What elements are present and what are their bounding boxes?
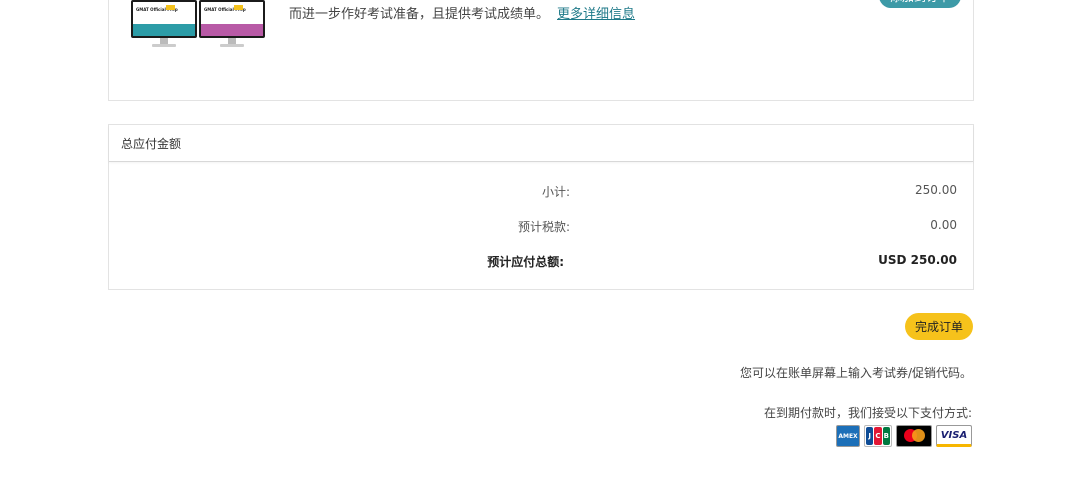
add-to-order-button[interactable]: 添加到订单 — [879, 0, 961, 8]
tax-row: 预计税款: 0.00 — [109, 218, 975, 238]
more-details-link[interactable]: 更多详细信息 — [557, 7, 635, 22]
totals-card: 总应付金额 小计: 250.00 预计税款: 0.00 预计应付总额: USD … — [108, 124, 974, 290]
total-row: 预计应付总额: USD 250.00 — [109, 253, 975, 273]
subtotal-value: 250.00 — [915, 183, 957, 197]
voucher-note: 您可以在账单屏幕上输入考试券/促销代码。 — [739, 366, 972, 380]
visa-card-icon: VISA — [936, 425, 972, 447]
amex-card-icon: AMEX — [836, 425, 860, 447]
total-value: USD 250.00 — [878, 253, 957, 267]
product-card: GMAT Official Prep GMAT Official Prep 而进… — [108, 0, 974, 101]
subtotal-label: 小计: — [541, 185, 570, 199]
jcb-card-icon: JCB — [864, 425, 892, 447]
mastercard-icon — [896, 425, 932, 447]
product-description: 而进一步作好考试准备，且提供考试成绩单。 更多详细信息 — [289, 3, 635, 22]
payment-note: 在到期付款时，我们接受以下支付方式: — [763, 406, 972, 420]
product-description-text: 而进一步作好考试准备，且提供考试成绩单。 — [289, 7, 550, 22]
totals-header: 总应付金额 — [109, 125, 973, 162]
total-label: 预计应付总额: — [487, 255, 564, 269]
product-image-monitor-2: GMAT Official Prep — [199, 0, 265, 48]
payment-methods: AMEX JCB VISA — [836, 425, 972, 447]
product-image-monitor-1: GMAT Official Prep — [131, 0, 197, 48]
complete-order-button[interactable]: 完成订单 — [905, 313, 973, 340]
tax-value: 0.00 — [930, 218, 957, 232]
subtotal-row: 小计: 250.00 — [109, 183, 975, 203]
tax-label: 预计税款: — [517, 220, 570, 234]
